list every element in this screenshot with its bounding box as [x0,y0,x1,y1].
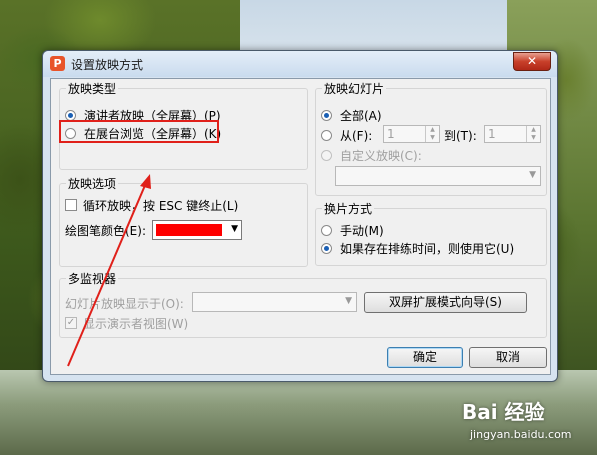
annotation-highlight-box [59,120,219,143]
custom-show-label: 自定义放映(C): [340,149,422,163]
pen-color-label: 绘图笔颜色(E): [65,224,146,238]
to-slide-value: 1 [488,127,496,141]
close-icon[interactable]: ✕ [513,52,551,71]
watermark-logo: Bai 经验 [462,400,545,424]
from-label: 从(F): [340,129,373,143]
spin-up-icon[interactable]: ▲ [527,126,540,134]
dialog-client-area: 放映类型 演讲者放映（全屏幕）(P) 在展台浏览（全屏幕）(K) 放映选项 循环… [50,78,551,375]
manual-advance-label: 手动(M) [340,224,384,238]
use-timings-label: 如果存在排练时间，则使用它(U) [340,242,515,256]
spin-up-icon[interactable]: ▲ [426,126,439,134]
custom-show-dropdown[interactable]: ▼ [335,166,541,186]
dual-screen-wizard-button[interactable]: 双屏扩展模式向导(S) [364,292,527,313]
slide-show-settings-dialog: P 设置放映方式 ✕ 放映类型 演讲者放映（全屏幕）(P) 在展台浏览（全屏幕）… [42,50,558,382]
advance-title: 换片方式 [322,200,375,217]
to-slide-stepper[interactable]: 1 ▲ ▼ [484,125,541,143]
watermark-url: jingyan.baidu.com [470,428,572,441]
dropdown-arrow-icon: ▼ [231,224,238,234]
display-on-label: 幻灯片放映显示于(O): [65,297,184,311]
to-label: 到(T): [444,129,477,143]
radio-from-slides[interactable] [321,130,332,141]
dialog-titlebar[interactable]: P 设置放映方式 ✕ [43,51,557,77]
loop-checkbox[interactable] [65,199,77,211]
pen-color-dropdown[interactable]: ▼ [152,220,242,240]
dialog-title: 设置放映方式 [71,58,144,72]
radio-manual-advance[interactable] [321,225,332,236]
dropdown-arrow-icon: ▼ [345,296,352,306]
ok-button[interactable]: 确定 [387,347,463,368]
app-icon: P [50,56,65,71]
show-type-title: 放映类型 [66,80,119,97]
checkmark-icon: ✓ [66,317,76,328]
monitors-title: 多监视器 [66,270,119,287]
radio-use-timings[interactable] [321,243,332,254]
from-slide-value: 1 [387,127,395,141]
dropdown-arrow-icon: ▼ [529,170,536,180]
pen-color-swatch [156,224,222,236]
radio-all-slides[interactable] [321,110,332,121]
display-on-dropdown[interactable]: ▼ [192,292,357,312]
radio-custom-show[interactable] [321,150,332,161]
show-options-title: 放映选项 [66,175,119,192]
cancel-button[interactable]: 取消 [469,347,547,368]
from-slide-stepper[interactable]: 1 ▲ ▼ [383,125,440,143]
spin-down-icon[interactable]: ▼ [527,134,540,142]
all-slides-label: 全部(A) [340,109,382,123]
spin-down-icon[interactable]: ▼ [426,134,439,142]
loop-label: 循环放映，按 ESC 键终止(L) [83,199,239,213]
presenter-view-label: 显示演示者视图(W) [83,317,189,331]
presenter-view-checkbox[interactable]: ✓ [65,317,77,329]
slides-title: 放映幻灯片 [322,80,387,97]
